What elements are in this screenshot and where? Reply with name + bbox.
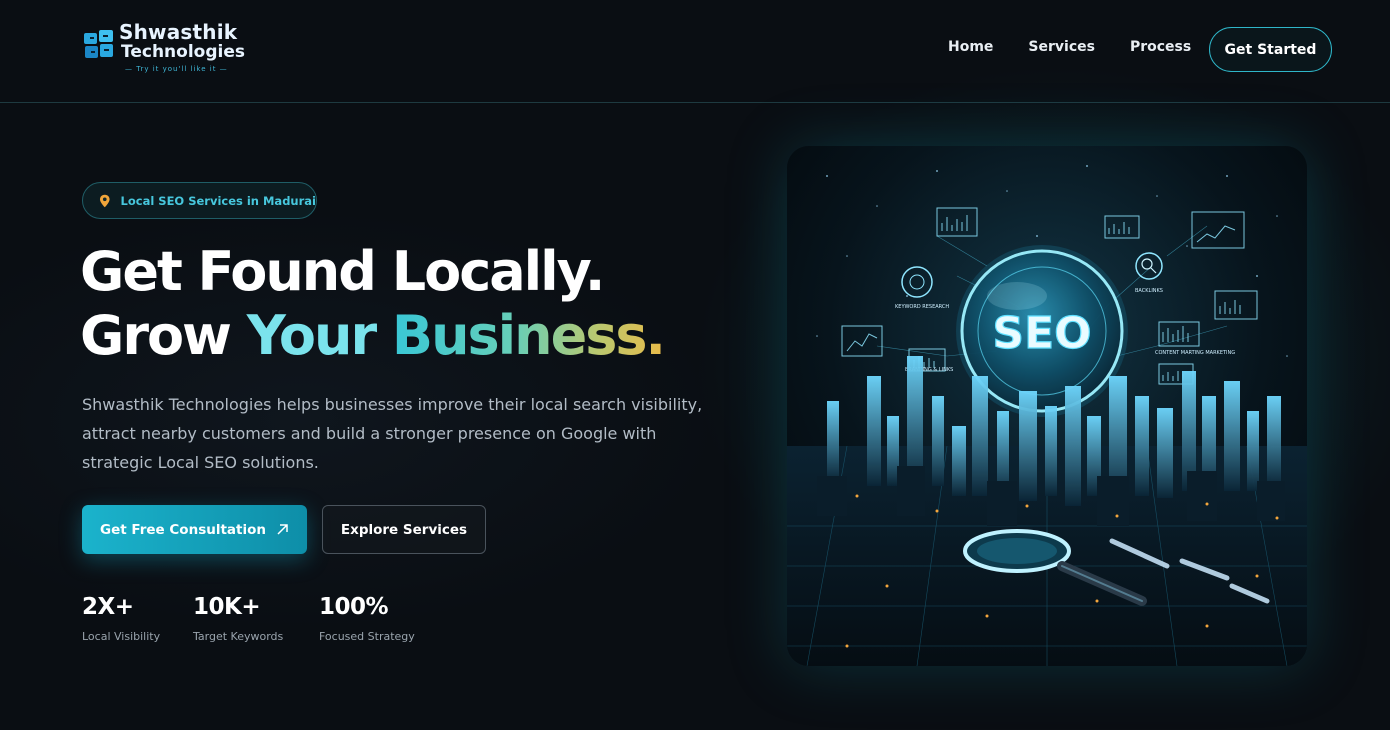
seo-city-illustration: SEO KEYWORD RESEARCH BACKLINKS CONTENT M…: [787, 146, 1307, 666]
hero-title-line2: Grow Your Business.: [80, 304, 666, 368]
map-pin-icon: [99, 194, 110, 207]
brand-tagline: — Try it you'll like it —: [125, 65, 228, 73]
brand-name-line2: Technologies: [121, 42, 245, 62]
hero-title-business: Business.: [391, 304, 666, 367]
free-consultation-button[interactable]: Get Free Consultation: [82, 505, 307, 554]
arrow-up-right-icon: [277, 524, 288, 535]
brand-name-line1: Shwasthik: [119, 20, 238, 44]
logo-mark-icon: [84, 30, 113, 58]
illustration-label: KEYWORD RESEARCH: [895, 304, 949, 310]
stat-local-visibility: 2X+ Local Visibility: [82, 594, 160, 643]
stat-label: Local Visibility: [82, 630, 161, 643]
stat-label: Target Keywords: [193, 630, 284, 643]
hero-title-your: Your: [246, 304, 377, 367]
brand-logo[interactable]: Shwasthik Technologies — Try it you'll l…: [83, 20, 245, 80]
badge-text: Local SEO Services in Madurai: [120, 193, 316, 208]
location-badge: Local SEO Services in Madurai: [82, 182, 317, 219]
stat-focused-strategy: 100% Focused Strategy: [319, 594, 415, 643]
free-consultation-label: Get Free Consultation: [99, 521, 266, 538]
stat-value: 2X+: [82, 594, 134, 620]
stat-value: 10K+: [193, 594, 261, 620]
stat-target-keywords: 10K+ Target Keywords: [193, 594, 283, 643]
get-started-button[interactable]: Get Started: [1209, 27, 1332, 72]
seo-city-image: SEO KEYWORD RESEARCH BACKLINKS CONTENT M…: [787, 146, 1307, 666]
stat-value: 100%: [319, 594, 389, 620]
hero-title-line1: Get Found Locally.: [80, 240, 605, 303]
main-nav: Home Services Process: [948, 39, 1191, 55]
illustration-label: BACKLINKS: [1135, 288, 1163, 294]
stat-label: Focused Strategy: [319, 630, 415, 643]
nav-services[interactable]: Services: [1028, 39, 1095, 55]
explore-services-button[interactable]: Explore Services: [322, 505, 486, 554]
nav-home[interactable]: Home: [948, 39, 993, 55]
hero-title-grow: Grow: [80, 304, 232, 367]
nav-process[interactable]: Process: [1130, 39, 1191, 55]
hero-title: Get Found Locally. Grow Your Business.: [80, 240, 666, 368]
seo-orb-text: SEO: [992, 308, 1091, 359]
illustration-label: CONTENT MARTING MARKETING: [1155, 350, 1235, 356]
hero-description: Shwasthik Technologies helps businesses …: [82, 395, 703, 472]
site-header: Shwasthik Technologies — Try it you'll l…: [0, 0, 1390, 103]
